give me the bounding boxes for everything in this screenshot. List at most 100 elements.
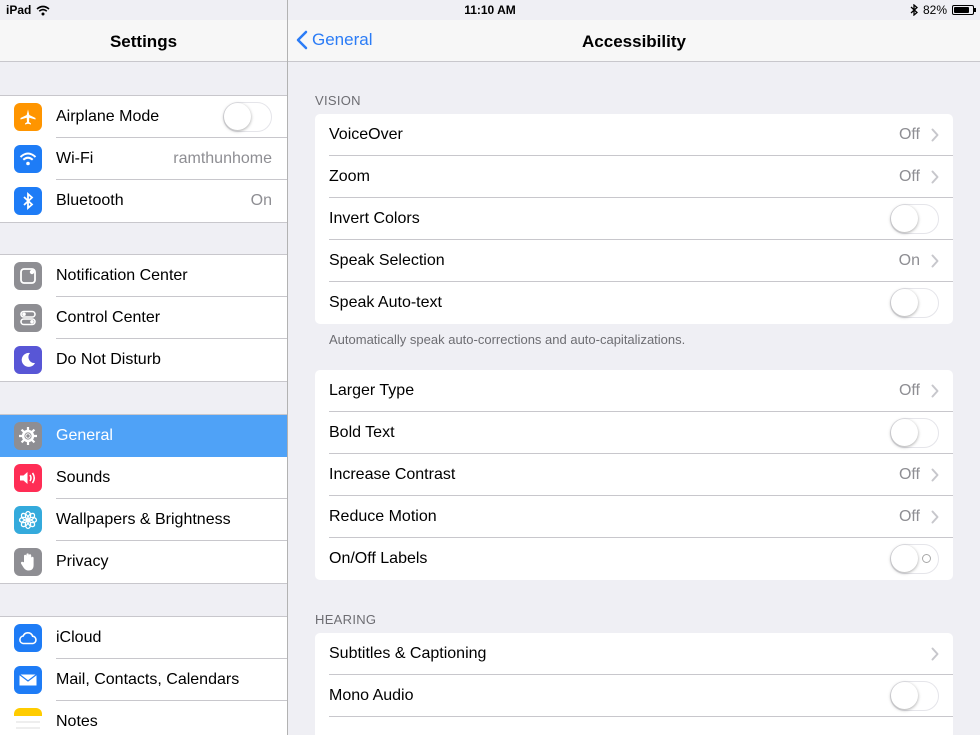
sidebar-item-label: Wallpapers & Brightness: [56, 511, 231, 528]
sidebar-title: Settings: [109, 32, 178, 51]
sidebar-item-label: Notes: [56, 713, 98, 730]
setting-label: VoiceOver: [329, 126, 403, 143]
settings-sidebar: Settings Airplane Mode Wi-Fi ramthunhome Bl…: [0, 0, 287, 735]
chevron-right-icon: [931, 647, 939, 661]
setting-row-voiceover[interactable]: VoiceOver Off: [315, 114, 953, 156]
setting-label: Invert Colors: [329, 210, 420, 227]
on-off-labels-toggle[interactable]: [890, 544, 939, 574]
sidebar-item-value: ramthunhome: [173, 150, 272, 167]
page-title: Accessibility: [582, 32, 686, 51]
setting-label: Mono Audio: [329, 687, 414, 704]
sidebar-item-mail-contacts-calendars[interactable]: Mail, Contacts, Calendars: [0, 659, 287, 701]
sidebar-item-wallpapers-brightness[interactable]: Wallpapers & Brightness: [0, 499, 287, 541]
flower-icon: [14, 506, 42, 534]
airplane-icon: [14, 103, 42, 131]
bluetooth-icon: [14, 187, 42, 215]
setting-row-larger-type[interactable]: Larger Type Off: [315, 370, 953, 412]
sidebar-item-notification-center[interactable]: Notification Center: [0, 255, 287, 297]
setting-value: Off: [898, 382, 920, 399]
cloud-icon: [14, 624, 42, 652]
sidebar-item-control-center[interactable]: Control Center: [0, 297, 287, 339]
toggle-knob: [891, 545, 918, 572]
toggle-knob: [891, 205, 918, 232]
sidebar-item-label: Airplane Mode: [56, 108, 160, 125]
setting-value: On: [898, 252, 920, 269]
sidebar-item-label: Wi-Fi: [56, 150, 94, 167]
setting-row-increase-contrast[interactable]: Increase Contrast Off: [315, 454, 953, 496]
setting-row-on-off-labels[interactable]: On/Off Labels: [315, 538, 953, 580]
setting-label: Reduce Motion: [329, 508, 437, 525]
status-time: 11:10 AM: [464, 3, 516, 17]
sidebar-item-label: Notification Center: [56, 267, 188, 284]
sidebar-item-label: Control Center: [56, 309, 161, 326]
sidebar-item-wi-fi[interactable]: Wi-Fi ramthunhome: [0, 138, 287, 180]
accessibility-panel: General Accessibility VISION VoiceOver Of…: [288, 0, 980, 735]
sidebar-header: Settings: [0, 20, 287, 62]
setting-value: Off: [898, 168, 920, 185]
off-label-icon: [922, 554, 931, 563]
sidebar-item-label: iCloud: [56, 629, 102, 646]
setting-row-zoom[interactable]: Zoom Off: [315, 156, 953, 198]
invert-colors-toggle[interactable]: [890, 204, 939, 234]
sidebar-item-label: Do Not Disturb: [56, 351, 161, 368]
mail-icon: [14, 666, 42, 694]
setting-row-speak-auto-text[interactable]: Speak Auto-text: [315, 282, 953, 324]
speak-auto-text-toggle[interactable]: [890, 288, 939, 318]
setting-label: Speak Auto-text: [329, 294, 442, 311]
notification-center-icon: [14, 262, 42, 290]
sidebar-item-label: Bluetooth: [56, 192, 124, 209]
section-label-hearing: HEARING: [315, 612, 377, 627]
setting-label: On/Off Labels: [329, 550, 428, 567]
status-bar: iPad 11:10 AM 82%: [0, 0, 980, 20]
setting-row-speak-selection[interactable]: Speak Selection On: [315, 240, 953, 282]
setting-label: Larger Type: [329, 382, 415, 399]
setting-row-reduce-motion[interactable]: Reduce Motion Off: [315, 496, 953, 538]
wifi-icon: [14, 145, 42, 173]
hand-icon: [14, 548, 42, 576]
chevron-right-icon: [931, 384, 939, 398]
bold-text-toggle[interactable]: [890, 418, 939, 448]
sidebar-item-label: Privacy: [56, 553, 109, 570]
battery-icon: [952, 5, 976, 15]
airplane-mode-toggle[interactable]: [223, 102, 272, 132]
setting-label: Increase Contrast: [329, 466, 456, 483]
battery-percent: 82%: [922, 3, 947, 17]
setting-row-mono-audio[interactable]: Mono Audio: [315, 675, 953, 717]
sidebar-group: iCloud Mail, Contacts, Calendars Notes: [0, 616, 287, 735]
toggle-knob: [891, 289, 918, 316]
setting-row[interactable]: [315, 717, 953, 735]
chevron-right-icon: [931, 170, 939, 184]
sidebar-item-general[interactable]: General: [0, 415, 287, 457]
vision-footer-note: Automatically speak auto-corrections and…: [329, 332, 686, 347]
sidebar-item-icloud[interactable]: iCloud: [0, 617, 287, 659]
toggle-knob: [891, 419, 918, 446]
sidebar-item-bluetooth[interactable]: Bluetooth On: [0, 180, 287, 222]
sidebar-item-sounds[interactable]: Sounds: [0, 457, 287, 499]
sidebar-item-do-not-disturb[interactable]: Do Not Disturb: [0, 339, 287, 381]
notes-icon: [14, 708, 42, 735]
setting-label: Speak Selection: [329, 252, 445, 269]
section-label-vision: VISION: [315, 93, 361, 108]
toggle-knob: [891, 682, 918, 709]
setting-row-invert-colors[interactable]: Invert Colors: [315, 198, 953, 240]
moon-icon: [14, 346, 42, 374]
setting-row-bold-text[interactable]: Bold Text: [315, 412, 953, 454]
chevron-right-icon: [931, 254, 939, 268]
setting-row-subtitles-captioning[interactable]: Subtitles & Captioning: [315, 633, 953, 675]
chevron-right-icon: [931, 468, 939, 482]
control-center-icon: [14, 304, 42, 332]
setting-value: Off: [898, 466, 920, 483]
setting-label: Zoom: [329, 168, 370, 185]
sidebar-group: Airplane Mode Wi-Fi ramthunhome Bluetooth On: [0, 95, 287, 223]
sidebar-group: General Sounds Wallpapers & Brightness Priv…: [0, 414, 287, 584]
sidebar-item-airplane-mode[interactable]: Airplane Mode: [0, 96, 287, 138]
sidebar-group: Notification Center Control Center Do Not …: [0, 254, 287, 382]
display-group: Larger Type Off Bold Text Increase Contrast…: [315, 370, 953, 580]
sidebar-item-notes[interactable]: Notes: [0, 701, 287, 735]
setting-label: Bold Text: [329, 424, 395, 441]
chevron-right-icon: [931, 510, 939, 524]
sidebar-item-label: Sounds: [56, 469, 111, 486]
mono-audio-toggle[interactable]: [890, 681, 939, 711]
chevron-right-icon: [931, 128, 939, 142]
sidebar-item-privacy[interactable]: Privacy: [0, 541, 287, 583]
